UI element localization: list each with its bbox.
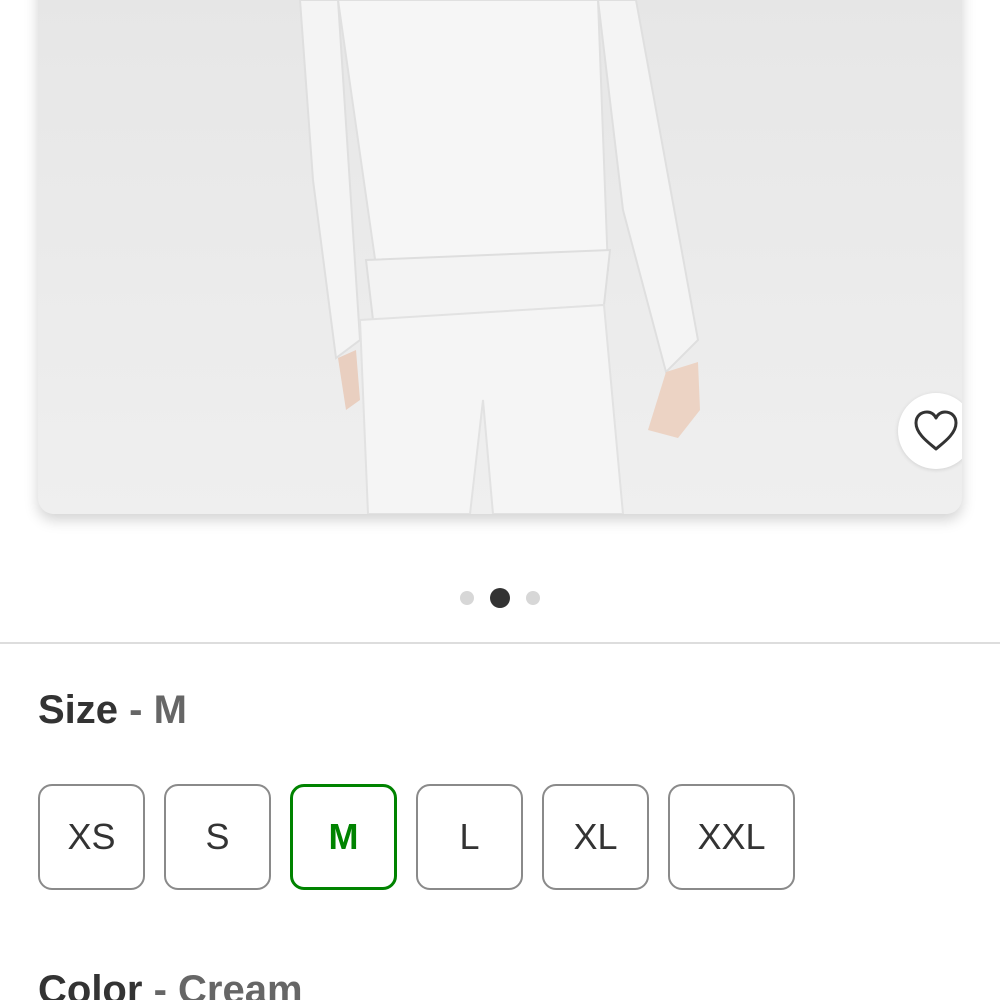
color-heading: Color - Cream xyxy=(38,968,303,1000)
carousel-dot-active[interactable] xyxy=(490,588,510,608)
product-detail-page: Size - M XS S M L XL XXL Color - Cream xyxy=(0,0,1000,1000)
selected-size-value: M xyxy=(153,688,187,732)
size-option-s[interactable]: S xyxy=(164,784,271,890)
carousel-dot[interactable] xyxy=(526,591,540,605)
section-divider xyxy=(0,642,1000,644)
selected-color-value: Cream xyxy=(178,968,303,1000)
size-option-xl[interactable]: XL xyxy=(542,784,649,890)
size-label: Size xyxy=(38,688,119,732)
size-option-m[interactable]: M xyxy=(290,784,397,890)
size-option-xxl[interactable]: XXL xyxy=(668,784,795,890)
product-image-card[interactable] xyxy=(38,0,962,514)
color-label: Color xyxy=(38,968,143,1000)
size-separator: - xyxy=(129,688,143,732)
size-options: XS S M L XL XXL xyxy=(38,784,795,890)
size-option-xs[interactable]: XS xyxy=(38,784,145,890)
color-separator: - xyxy=(153,968,167,1000)
carousel-dot[interactable] xyxy=(460,591,474,605)
size-option-l[interactable]: L xyxy=(416,784,523,890)
heart-outline-icon xyxy=(914,410,958,451)
size-heading: Size - M xyxy=(38,688,187,733)
product-photo xyxy=(38,0,962,514)
carousel-pagination xyxy=(0,588,1000,608)
